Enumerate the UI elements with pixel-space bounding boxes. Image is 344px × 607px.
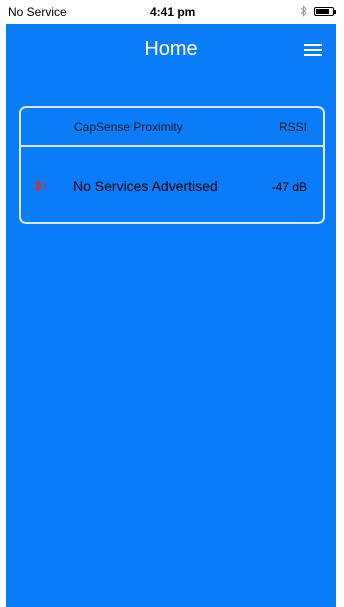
bluetooth-status-icon [300,5,307,17]
device-list-header: CapSense Proximity RSSI [21,108,323,147]
hamburger-menu-icon[interactable] [304,42,326,58]
carrier-label: No Service [8,5,67,19]
device-name: No Services Advertised [73,178,218,194]
page-title: Home [144,38,198,60]
phone-screen: No Service 4:41 pm Home CapSense Proximi… [0,0,344,607]
device-name-header: CapSense Proximity [74,120,183,134]
device-rssi: -47 dB [271,180,307,194]
clock-label: 4:41 pm [150,5,196,19]
rssi-header: RSSI [278,120,307,134]
battery-icon [314,6,336,16]
device-row[interactable]: No Services Advertised -47 dB [21,147,323,222]
app-screen: Home CapSense Proximity RSSI No Services… [6,24,336,607]
device-list-panel: CapSense Proximity RSSI No Services Adve… [19,106,325,224]
status-indicators [300,5,336,17]
bluetooth-icon [34,180,47,192]
status-bar: No Service 4:41 pm [0,0,344,24]
